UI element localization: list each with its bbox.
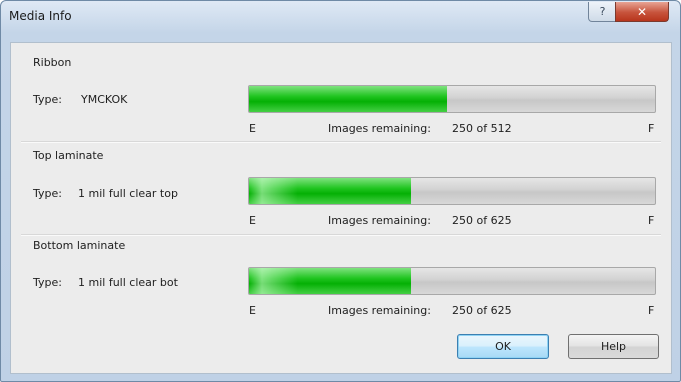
type-value: YMCKOK: [81, 93, 128, 106]
type-label: Type:: [33, 276, 62, 289]
title-help-button[interactable]: ?: [588, 2, 617, 22]
section-divider: [21, 234, 661, 236]
help-button[interactable]: Help: [568, 334, 659, 359]
section-title: Bottom laminate: [33, 239, 126, 252]
ribbon-level-bar: [248, 85, 656, 113]
bottom-laminate-level-fill: [249, 268, 412, 294]
type-value: 1 mil full clear bot: [78, 276, 178, 289]
type-value: 1 mil full clear top: [78, 187, 178, 200]
media-info-dialog: Media Info ? ✕ Ribbon Type: YMCKOK E Ima…: [0, 0, 681, 382]
images-remaining-value: 250 of 625: [452, 214, 512, 227]
top-laminate-level-bar: [248, 177, 656, 205]
close-icon: ✕: [636, 4, 648, 19]
title-bar[interactable]: Media Info ? ✕: [1, 1, 680, 32]
images-remaining-value: 250 of 512: [452, 122, 512, 135]
images-remaining-label: Images remaining:: [328, 214, 431, 227]
images-remaining-label: Images remaining:: [328, 304, 431, 317]
question-mark-icon: ?: [599, 5, 606, 18]
bottom-laminate-level-bar: [248, 267, 656, 295]
images-remaining-value: 250 of 625: [452, 304, 512, 317]
full-label: F: [648, 304, 655, 317]
images-remaining-label: Images remaining:: [328, 122, 431, 135]
top-laminate-level-fill: [249, 178, 412, 204]
ok-button[interactable]: OK: [457, 334, 549, 359]
section-divider: [21, 141, 661, 143]
close-button[interactable]: ✕: [615, 2, 669, 22]
dialog-content: Ribbon Type: YMCKOK E Images remaining: …: [10, 42, 672, 374]
type-label: Type:: [33, 187, 62, 200]
empty-label: E: [249, 304, 256, 317]
empty-label: E: [249, 214, 256, 227]
full-label: F: [648, 214, 655, 227]
window-title: Media Info: [9, 9, 72, 23]
section-title: Top laminate: [33, 149, 104, 162]
full-label: F: [648, 122, 655, 135]
ribbon-level-fill: [249, 86, 448, 112]
section-title: Ribbon: [33, 56, 72, 69]
empty-label: E: [249, 122, 256, 135]
type-label: Type:: [33, 93, 62, 106]
